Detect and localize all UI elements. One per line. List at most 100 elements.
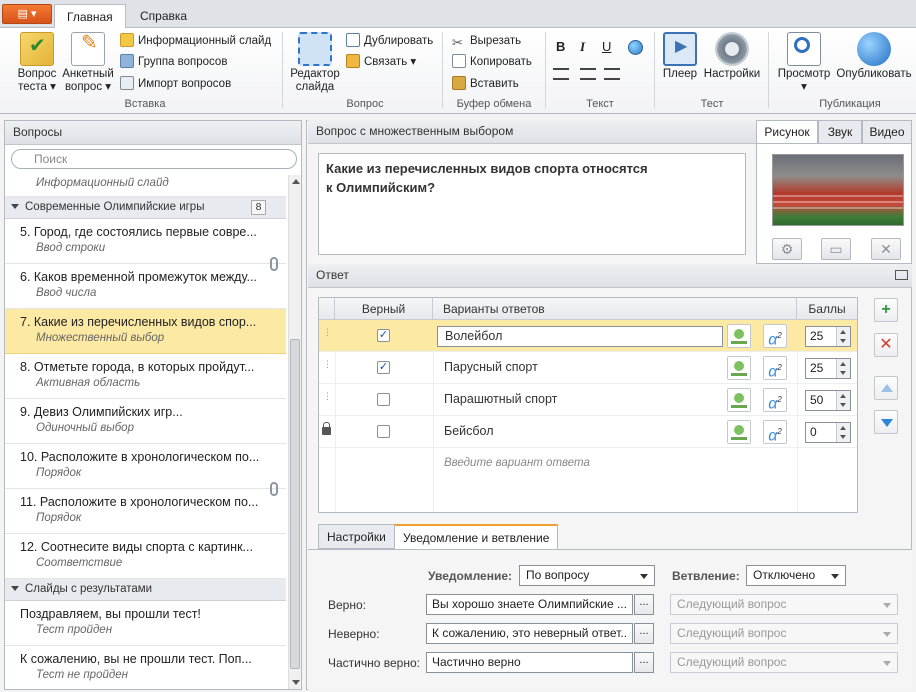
list-item[interactable]: 11. Расположите в хронологическом по... П… bbox=[5, 482, 286, 534]
scroll-down-icon[interactable] bbox=[292, 680, 300, 685]
increase-indent-icon[interactable] bbox=[604, 68, 620, 80]
tab-settings[interactable]: Настройки bbox=[318, 524, 395, 549]
correct-checkbox[interactable]: ✓ bbox=[377, 361, 390, 374]
insert-question-button[interactable]: ✔ Вопрос теста ▾ bbox=[14, 32, 60, 94]
slide-icon bbox=[120, 33, 134, 47]
formula-button[interactable]: α2 bbox=[763, 388, 787, 412]
scrollbar-thumb[interactable] bbox=[290, 339, 300, 669]
list-item-selected[interactable]: 7. Какие из перечисленных видов спор... М… bbox=[5, 309, 286, 354]
correct-branch-select[interactable]: Следующий вопрос bbox=[670, 594, 898, 615]
partial-feedback-field[interactable]: Частично верно bbox=[426, 652, 633, 673]
formula-button[interactable]: α2 bbox=[763, 356, 787, 380]
import-questions-button[interactable]: Импорт вопросов bbox=[120, 75, 231, 93]
list-item[interactable]: 6. Каков временной промежуток между... Вв… bbox=[5, 257, 286, 309]
correct-feedback-edit-button[interactable]: ... bbox=[634, 594, 654, 615]
answer-text-input[interactable]: Волейбол bbox=[437, 326, 723, 347]
answer-image-button[interactable] bbox=[727, 356, 751, 380]
decrease-indent-icon[interactable] bbox=[580, 68, 596, 80]
delete-answer-button[interactable]: ✕ bbox=[874, 333, 898, 357]
incorrect-branch-select[interactable]: Следующий вопрос bbox=[670, 623, 898, 644]
italic-button[interactable]: I bbox=[580, 39, 585, 55]
image-settings-button[interactable]: ⚙ bbox=[772, 238, 802, 260]
hyperlink-icon[interactable] bbox=[628, 40, 643, 55]
add-answer-button[interactable]: + bbox=[874, 298, 898, 322]
duplicate-button[interactable]: Дублировать bbox=[346, 32, 433, 50]
list-item[interactable]: Поздравляем, вы прошли тест! Тест пройден bbox=[5, 601, 286, 646]
tab-sound[interactable]: Звук bbox=[818, 120, 862, 144]
bold-button[interactable]: B bbox=[556, 39, 565, 54]
formula-button[interactable]: α2 bbox=[763, 420, 787, 444]
question-text-field[interactable]: Какие из перечисленных видов спорта отно… bbox=[318, 153, 746, 255]
correct-checkbox[interactable] bbox=[377, 425, 390, 438]
cut-button[interactable]: ✂ Вырезать bbox=[452, 32, 521, 50]
list-item-info-slide[interactable]: Информационный слайд bbox=[5, 177, 286, 197]
player-button[interactable]: ▶ Плеер bbox=[660, 32, 700, 81]
open-image-button[interactable]: ▭ bbox=[821, 238, 851, 260]
remove-image-button[interactable]: ✕ bbox=[871, 238, 901, 260]
branching-select[interactable]: Отключено bbox=[746, 565, 846, 586]
correct-checkbox[interactable] bbox=[377, 393, 390, 406]
formula-button[interactable]: α2 bbox=[763, 324, 787, 348]
list-item[interactable]: 9. Девиз Олимпийских игр... Одиночный выб… bbox=[5, 399, 286, 444]
drag-handle-icon[interactable]: ⋮ bbox=[323, 392, 332, 401]
maximize-icon[interactable] bbox=[895, 270, 908, 280]
correct-feedback-field[interactable]: Вы хорошо знаете Олимпийские ... bbox=[426, 594, 633, 615]
scroll-up-icon[interactable] bbox=[292, 179, 300, 184]
incorrect-feedback-edit-button[interactable]: ... bbox=[634, 623, 654, 644]
group-header[interactable]: Современные Олимпийские игры 8 bbox=[5, 197, 286, 219]
drag-handle-icon[interactable]: ⋮ bbox=[323, 328, 332, 337]
question-group-button[interactable]: Группа вопросов bbox=[120, 53, 227, 71]
publish-button[interactable]: Опубликовать bbox=[834, 32, 914, 81]
answer-text[interactable]: Бейсбол bbox=[437, 422, 723, 443]
partial-branch-select[interactable]: Следующий вопрос bbox=[670, 652, 898, 673]
table-row[interactable]: ⋮ ✓ Волейбол α2 25 bbox=[319, 320, 857, 352]
list-item[interactable]: 5. Город, где состоялись первые совре...… bbox=[5, 219, 286, 264]
test-settings-button[interactable]: Настройки bbox=[702, 32, 762, 81]
list-item[interactable]: К сожалению, вы не прошли тест. Поп... Те… bbox=[5, 646, 286, 689]
answer-text[interactable]: Парашютный спорт bbox=[437, 390, 723, 411]
tab-video[interactable]: Видео bbox=[862, 120, 912, 144]
answer-image-button[interactable] bbox=[727, 420, 751, 444]
insert-survey-button[interactable]: ✎ Анкетный вопрос ▾ bbox=[60, 32, 116, 94]
answer-text[interactable]: Парусный спорт bbox=[437, 358, 723, 379]
list-item[interactable]: 12. Соотнесите виды спорта с картинк... С… bbox=[5, 534, 286, 579]
list-item[interactable]: 8. Отметьте города, в которых пройдут...… bbox=[5, 354, 286, 399]
points-stepper[interactable]: 25 bbox=[805, 358, 851, 379]
tab-feedback-branching[interactable]: Уведомление и ветвление bbox=[394, 524, 559, 549]
correct-checkbox[interactable]: ✓ bbox=[377, 329, 390, 342]
move-down-button[interactable] bbox=[874, 410, 898, 434]
list-item[interactable]: 10. Расположите в хронологическом по... П… bbox=[5, 444, 286, 489]
points-stepper[interactable]: 50 bbox=[805, 390, 851, 411]
tab-picture[interactable]: Рисунок bbox=[756, 120, 818, 144]
tab-home[interactable]: Главная bbox=[54, 4, 126, 29]
link-button[interactable]: Связать ▾ bbox=[346, 53, 416, 71]
table-row[interactable]: ⋮ Парашютный спорт α2 50 bbox=[319, 384, 857, 416]
move-up-button[interactable] bbox=[874, 376, 898, 400]
points-stepper[interactable]: 25 bbox=[805, 326, 851, 347]
application-menu-button[interactable]: ▤ ▾ bbox=[2, 4, 52, 24]
drag-handle-icon[interactable]: ⋮ bbox=[323, 360, 332, 369]
group-header[interactable]: Слайды с результатами bbox=[5, 579, 286, 601]
notification-select[interactable]: По вопросу bbox=[519, 565, 655, 586]
answer-image-button[interactable] bbox=[727, 324, 751, 348]
tab-help[interactable]: Справка bbox=[128, 4, 199, 29]
copy-button[interactable]: Копировать bbox=[452, 53, 532, 71]
bullet-list-icon[interactable] bbox=[553, 68, 569, 80]
stadium-image[interactable] bbox=[772, 154, 904, 226]
partial-feedback-edit-button[interactable]: ... bbox=[634, 652, 654, 673]
underline-button[interactable]: U bbox=[602, 39, 611, 54]
incorrect-feedback-field[interactable]: К сожалению, это неверный ответ.. bbox=[426, 623, 633, 644]
slide-editor-button[interactable]: Редактор слайда bbox=[288, 32, 342, 94]
points-stepper[interactable]: 0 bbox=[805, 422, 851, 443]
paste-button[interactable]: Вставить bbox=[452, 75, 519, 93]
preview-button[interactable]: Просмотр ▾ bbox=[774, 32, 834, 94]
table-row[interactable]: Бейсбол α2 0 bbox=[319, 416, 857, 448]
new-answer-placeholder[interactable]: Введите вариант ответа bbox=[437, 454, 723, 475]
table-row[interactable]: ⋮ ✓ Парусный спорт α2 25 bbox=[319, 352, 857, 384]
search-input[interactable]: Поиск bbox=[11, 149, 297, 169]
scrollbar[interactable] bbox=[288, 175, 301, 689]
answer-image-button[interactable] bbox=[727, 388, 751, 412]
new-answer-row[interactable]: Введите вариант ответа bbox=[319, 448, 857, 480]
lock-icon[interactable] bbox=[322, 422, 331, 435]
info-slide-button[interactable]: Информационный слайд bbox=[120, 32, 271, 50]
